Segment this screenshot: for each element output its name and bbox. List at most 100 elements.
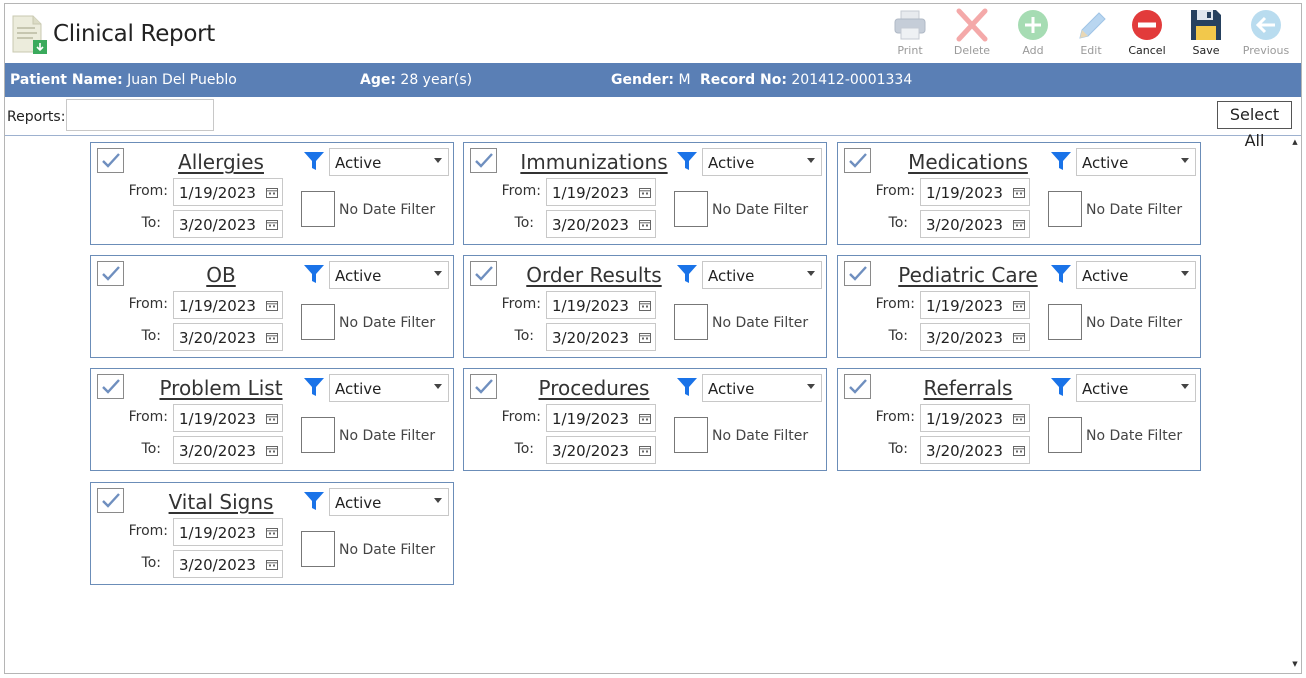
from-date-picker[interactable]: 1/19/2023 bbox=[546, 291, 656, 319]
no-date-filter-checkbox[interactable] bbox=[1048, 191, 1082, 227]
to-date-picker[interactable]: 3/20/2023 bbox=[920, 323, 1030, 351]
report-title-link[interactable]: Immunizations bbox=[504, 150, 684, 174]
status-dropdown[interactable]: Active bbox=[329, 148, 449, 176]
calendar-icon[interactable] bbox=[266, 219, 278, 230]
calendar-icon[interactable] bbox=[266, 332, 278, 343]
include-checkbox[interactable] bbox=[470, 374, 497, 399]
checkmark-icon bbox=[475, 153, 493, 168]
report-title-link[interactable]: Allergies bbox=[131, 150, 311, 174]
calendar-icon[interactable] bbox=[266, 527, 278, 538]
calendar-icon[interactable] bbox=[266, 559, 278, 570]
report-title-link[interactable]: Procedures bbox=[504, 376, 684, 400]
to-date-picker[interactable]: 3/20/2023 bbox=[173, 436, 283, 464]
delete-label: Delete bbox=[953, 44, 991, 57]
calendar-icon[interactable] bbox=[1013, 300, 1025, 311]
from-date-value: 1/19/2023 bbox=[552, 297, 629, 315]
scroll-up-icon[interactable]: ▲ bbox=[1290, 138, 1300, 148]
from-date-picker[interactable]: 1/19/2023 bbox=[920, 404, 1030, 432]
vertical-scrollbar[interactable]: ▲ ▼ bbox=[1289, 136, 1301, 673]
status-dropdown[interactable]: Active bbox=[329, 374, 449, 402]
to-date-picker[interactable]: 3/20/2023 bbox=[546, 323, 656, 351]
no-date-filter-checkbox[interactable] bbox=[674, 417, 708, 453]
print-label: Print bbox=[897, 44, 923, 57]
scroll-down-icon[interactable]: ▼ bbox=[1290, 660, 1300, 670]
include-checkbox[interactable] bbox=[470, 148, 497, 173]
calendar-icon[interactable] bbox=[1013, 187, 1025, 198]
to-date-picker[interactable]: 3/20/2023 bbox=[173, 210, 283, 238]
from-date-picker[interactable]: 1/19/2023 bbox=[173, 518, 283, 546]
status-dropdown[interactable]: Active bbox=[702, 374, 822, 402]
status-dropdown[interactable]: Active bbox=[1076, 148, 1196, 176]
no-date-filter-checkbox[interactable] bbox=[301, 417, 335, 453]
to-date-picker[interactable]: 3/20/2023 bbox=[920, 436, 1030, 464]
calendar-icon[interactable] bbox=[266, 445, 278, 456]
status-dropdown[interactable]: Active bbox=[329, 488, 449, 516]
calendar-icon[interactable] bbox=[639, 187, 651, 198]
from-date-picker[interactable]: 1/19/2023 bbox=[173, 404, 283, 432]
status-dropdown[interactable]: Active bbox=[1076, 374, 1196, 402]
print-button[interactable]: Print bbox=[882, 8, 938, 62]
include-checkbox[interactable] bbox=[97, 261, 124, 286]
no-date-filter-checkbox[interactable] bbox=[301, 304, 335, 340]
from-date-picker[interactable]: 1/19/2023 bbox=[173, 178, 283, 206]
status-dropdown[interactable]: Active bbox=[329, 261, 449, 289]
calendar-icon[interactable] bbox=[639, 332, 651, 343]
no-date-filter-checkbox[interactable] bbox=[674, 304, 708, 340]
status-value: Active bbox=[1082, 154, 1129, 172]
report-title-link[interactable]: Order Results bbox=[504, 263, 684, 287]
edit-button[interactable]: Edit bbox=[1063, 8, 1119, 62]
no-date-filter-checkbox[interactable] bbox=[674, 191, 708, 227]
calendar-icon[interactable] bbox=[639, 300, 651, 311]
previous-button[interactable]: Previous bbox=[1238, 8, 1294, 62]
to-date-picker[interactable]: 3/20/2023 bbox=[920, 210, 1030, 238]
reports-input[interactable] bbox=[66, 99, 214, 131]
no-date-filter-checkbox[interactable] bbox=[301, 531, 335, 567]
to-label: To: bbox=[141, 555, 161, 571]
include-checkbox[interactable] bbox=[844, 148, 871, 173]
no-date-filter-checkbox[interactable] bbox=[301, 191, 335, 227]
calendar-icon[interactable] bbox=[639, 219, 651, 230]
report-title-link[interactable]: Pediatric Care bbox=[878, 263, 1058, 287]
filter-funnel-icon bbox=[304, 152, 324, 170]
to-date-picker[interactable]: 3/20/2023 bbox=[173, 323, 283, 351]
cancel-button[interactable]: Cancel bbox=[1119, 8, 1175, 62]
status-dropdown[interactable]: Active bbox=[1076, 261, 1196, 289]
calendar-icon[interactable] bbox=[266, 300, 278, 311]
calendar-icon[interactable] bbox=[266, 187, 278, 198]
calendar-icon[interactable] bbox=[1013, 445, 1025, 456]
calendar-icon[interactable] bbox=[1013, 332, 1025, 343]
no-date-filter-checkbox[interactable] bbox=[1048, 304, 1082, 340]
to-date-picker[interactable]: 3/20/2023 bbox=[546, 210, 656, 238]
delete-button[interactable]: Delete bbox=[944, 8, 1000, 62]
from-date-picker[interactable]: 1/19/2023 bbox=[546, 178, 656, 206]
include-checkbox[interactable] bbox=[844, 374, 871, 399]
from-date-picker[interactable]: 1/19/2023 bbox=[920, 178, 1030, 206]
from-date-picker[interactable]: 1/19/2023 bbox=[173, 291, 283, 319]
from-date-picker[interactable]: 1/19/2023 bbox=[546, 404, 656, 432]
calendar-icon[interactable] bbox=[1013, 219, 1025, 230]
include-checkbox[interactable] bbox=[97, 374, 124, 399]
report-title-link[interactable]: Problem List bbox=[131, 376, 311, 400]
report-title-link[interactable]: OB bbox=[131, 263, 311, 287]
report-title-link[interactable]: Vital Signs bbox=[131, 490, 311, 514]
include-checkbox[interactable] bbox=[97, 148, 124, 173]
include-checkbox[interactable] bbox=[470, 261, 497, 286]
include-checkbox[interactable] bbox=[97, 488, 124, 513]
report-title-link[interactable]: Medications bbox=[878, 150, 1058, 174]
status-dropdown[interactable]: Active bbox=[702, 261, 822, 289]
include-checkbox[interactable] bbox=[844, 261, 871, 286]
add-button[interactable]: Add bbox=[1005, 8, 1061, 62]
no-date-filter-checkbox[interactable] bbox=[1048, 417, 1082, 453]
report-title-link[interactable]: Referrals bbox=[878, 376, 1058, 400]
to-date-picker[interactable]: 3/20/2023 bbox=[546, 436, 656, 464]
to-date-picker[interactable]: 3/20/2023 bbox=[173, 550, 283, 578]
save-button[interactable]: Save bbox=[1178, 8, 1234, 62]
chevron-down-icon bbox=[434, 271, 442, 276]
calendar-icon[interactable] bbox=[639, 413, 651, 424]
calendar-icon[interactable] bbox=[639, 445, 651, 456]
from-date-picker[interactable]: 1/19/2023 bbox=[920, 291, 1030, 319]
select-all-button[interactable]: Select All bbox=[1217, 101, 1292, 150]
calendar-icon[interactable] bbox=[1013, 413, 1025, 424]
status-dropdown[interactable]: Active bbox=[702, 148, 822, 176]
calendar-icon[interactable] bbox=[266, 413, 278, 424]
